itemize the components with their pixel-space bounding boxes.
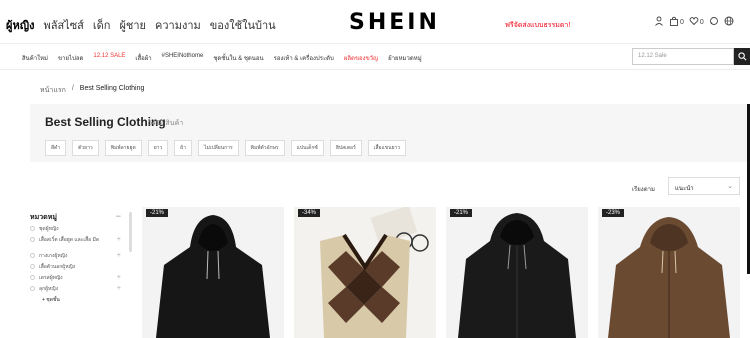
search-icon bbox=[737, 52, 746, 61]
chip-fabric[interactable]: ผ้า bbox=[174, 140, 193, 156]
radio-icon bbox=[30, 286, 35, 291]
main-nav: สินค้าใหม่ ขายไปลด 12.12 SALE เสื้อผ้า #… bbox=[0, 44, 750, 70]
tab-home[interactable]: ของใช้ในบ้าน bbox=[210, 16, 276, 34]
top-header: ผู้หญิง พลัสไซส์ เด็ก ผู้ชาย ความงาม ของ… bbox=[0, 0, 750, 44]
product-image-brown-hoodie bbox=[608, 217, 730, 338]
chip-long-sleeve[interactable]: เสื้อแขนยาว bbox=[367, 140, 407, 156]
search-input[interactable]: 12.12 Sale bbox=[632, 48, 734, 65]
chip-printed-hoodie[interactable]: พิมพ์ลายฮูด bbox=[104, 140, 142, 156]
expand-icon[interactable]: + bbox=[117, 236, 121, 243]
sidebar-scrollbar[interactable] bbox=[129, 212, 132, 252]
sort-label: เรียงตาม bbox=[632, 187, 655, 193]
tab-plus-size[interactable]: พลัสไซส์ bbox=[43, 16, 83, 34]
breadcrumb-current: Best Selling Clothing bbox=[79, 85, 145, 92]
expand-icon[interactable]: + bbox=[117, 285, 121, 292]
search-button[interactable] bbox=[734, 48, 750, 65]
free-shipping-promo[interactable]: ฟรีจัดส่งแบบธรรมดา! bbox=[505, 20, 570, 31]
product-card[interactable]: -21% bbox=[142, 207, 284, 338]
category-filter-label: หมวดหมู่ bbox=[30, 214, 57, 221]
product-image-argyle-vest bbox=[320, 207, 429, 338]
breadcrumb-separator: / bbox=[71, 85, 74, 92]
sidebar-item-dresses[interactable]: เดรสผู้หญิง + bbox=[30, 274, 125, 286]
sidebar-item-label: ลุกผู้หญิง bbox=[39, 286, 59, 292]
sidebar-subitem[interactable]: + ชุดชั้น bbox=[30, 297, 125, 308]
nav-lingerie[interactable]: ชุดชั้นใน & ชุดนอน bbox=[213, 53, 263, 63]
sort-value: แนะนำ bbox=[675, 186, 694, 192]
discount-badge: -23% bbox=[602, 209, 625, 217]
chip-letter-print[interactable]: พิมพ์ตัวอักษร bbox=[244, 140, 285, 156]
sidebar-item-label: กางเกงผู้หญิง bbox=[39, 253, 68, 259]
nav-items: สินค้าใหม่ ขายไปลด 12.12 SALE เสื้อผ้า #… bbox=[22, 53, 422, 63]
expand-icon[interactable]: + bbox=[117, 274, 121, 281]
sidebar-item-pants[interactable]: กางเกงผู้หญิง + bbox=[30, 252, 125, 264]
radio-icon bbox=[30, 264, 35, 269]
radio-icon bbox=[30, 226, 35, 231]
nav-clothing[interactable]: เสื้อผ้า bbox=[135, 53, 151, 63]
sidebar-item-women-clothing[interactable]: ชุดผู้หญิง bbox=[30, 226, 125, 237]
product-count: 5452 สินค้า bbox=[148, 120, 184, 127]
product-card[interactable]: -23% bbox=[598, 207, 740, 338]
chip-hipster[interactable]: ฮิปสเตอร์ bbox=[329, 140, 362, 156]
nav-shoes-accessories[interactable]: รองเท้า & เครื่องประดับ bbox=[274, 53, 334, 63]
sidebar-item-skirts[interactable]: ลุกผู้หญิง + bbox=[30, 285, 125, 297]
nav-1212-sale[interactable]: 12.12 SALE bbox=[93, 53, 125, 63]
discount-badge: -21% bbox=[450, 209, 473, 217]
filter-chips: สีดำ ตัวยาว พิมพ์ลายฮูด ยาว ผ้า ไม่เปลี่… bbox=[45, 140, 407, 156]
nav-gifts[interactable]: ผลิตของขวัญ bbox=[344, 53, 378, 63]
tab-beauty[interactable]: ความงาม bbox=[155, 16, 201, 34]
globe-icon[interactable] bbox=[724, 16, 734, 29]
heart-icon[interactable] bbox=[689, 16, 699, 29]
expand-icon[interactable]: + bbox=[117, 252, 121, 259]
chip-black[interactable]: สีดำ bbox=[45, 140, 67, 156]
tab-women[interactable]: ผู้หญิง bbox=[6, 16, 34, 34]
nav-new-in[interactable]: สินค้าใหม่ bbox=[22, 53, 48, 63]
sidebar-item-label: เสื้อสเวิ์ต เสื้อฮูด และเสื้อ มีด bbox=[39, 237, 100, 243]
product-image-black-hoodie bbox=[156, 215, 270, 338]
collapse-icon[interactable]: − bbox=[116, 211, 121, 221]
user-icon[interactable] bbox=[654, 16, 664, 29]
discount-badge: -34% bbox=[298, 209, 321, 217]
chip-spandex[interactable]: แปนเด็กซ์ bbox=[290, 140, 324, 156]
sort-dropdown[interactable]: แนะนำ ⌄ bbox=[668, 177, 740, 195]
radio-icon bbox=[30, 253, 35, 258]
chat-icon[interactable] bbox=[709, 16, 719, 29]
bag-icon[interactable] bbox=[669, 16, 679, 29]
chip-long[interactable]: ตัวยาว bbox=[72, 140, 99, 156]
tab-men[interactable]: ผู้ชาย bbox=[119, 16, 146, 34]
shein-logo[interactable]: SHEIN bbox=[349, 10, 440, 35]
chip-unchanged[interactable]: ไม่เปลี่ยนการ bbox=[198, 140, 239, 156]
breadcrumb-home[interactable]: หน้าแรก bbox=[40, 85, 66, 96]
sidebar-item-sweatshirts[interactable]: เสื้อสเวิ์ต เสื้อฮูด และเสื้อ มีด + bbox=[30, 236, 125, 253]
nav-sheinothome[interactable]: #SHEINothome bbox=[162, 53, 204, 63]
product-image-black-zip-hoodie bbox=[458, 213, 576, 338]
sidebar-item-label: ชุดผู้หญิง bbox=[39, 226, 59, 232]
header-icons: 0 0 bbox=[654, 16, 734, 29]
sidebar-item-label: เดรสผู้หญิง bbox=[39, 275, 63, 281]
breadcrumb: หน้าแรก / Best Selling Clothing bbox=[40, 85, 144, 96]
filter-sidebar: หมวดหมู่ − ชุดผู้หญิง เสื้อสเวิ์ต เสื้อฮ… bbox=[30, 211, 125, 308]
product-card[interactable]: -34% bbox=[294, 207, 436, 338]
category-filter-heading[interactable]: หมวดหมู่ − bbox=[30, 211, 125, 226]
radio-icon bbox=[30, 275, 35, 280]
nav-more[interactable]: ย้ายหมวดหมู่ bbox=[388, 53, 422, 63]
sidebar-item-label: เสื้อตัวนอกผู้หญิง bbox=[39, 264, 76, 270]
category-header-panel: Best Selling Clothing 5452 สินค้า สีดำ ต… bbox=[30, 104, 750, 162]
tab-kids[interactable]: เด็ก bbox=[93, 16, 111, 34]
product-card[interactable]: -21% bbox=[446, 207, 588, 338]
wish-count: 0 bbox=[699, 19, 704, 26]
radio-icon bbox=[30, 237, 35, 242]
chevron-down-icon: ⌄ bbox=[727, 183, 733, 190]
chip-long-2[interactable]: ยาว bbox=[147, 140, 169, 156]
discount-badge: -21% bbox=[146, 209, 169, 217]
bag-count: 0 bbox=[680, 19, 684, 26]
sidebar-item-outerwear[interactable]: เสื้อตัวนอกผู้หญิง bbox=[30, 264, 125, 275]
category-tabs: ผู้หญิง พลัสไซส์ เด็ก ผู้ชาย ความงาม ของ… bbox=[6, 16, 276, 34]
nav-sale[interactable]: ขายไปลด bbox=[58, 53, 83, 63]
